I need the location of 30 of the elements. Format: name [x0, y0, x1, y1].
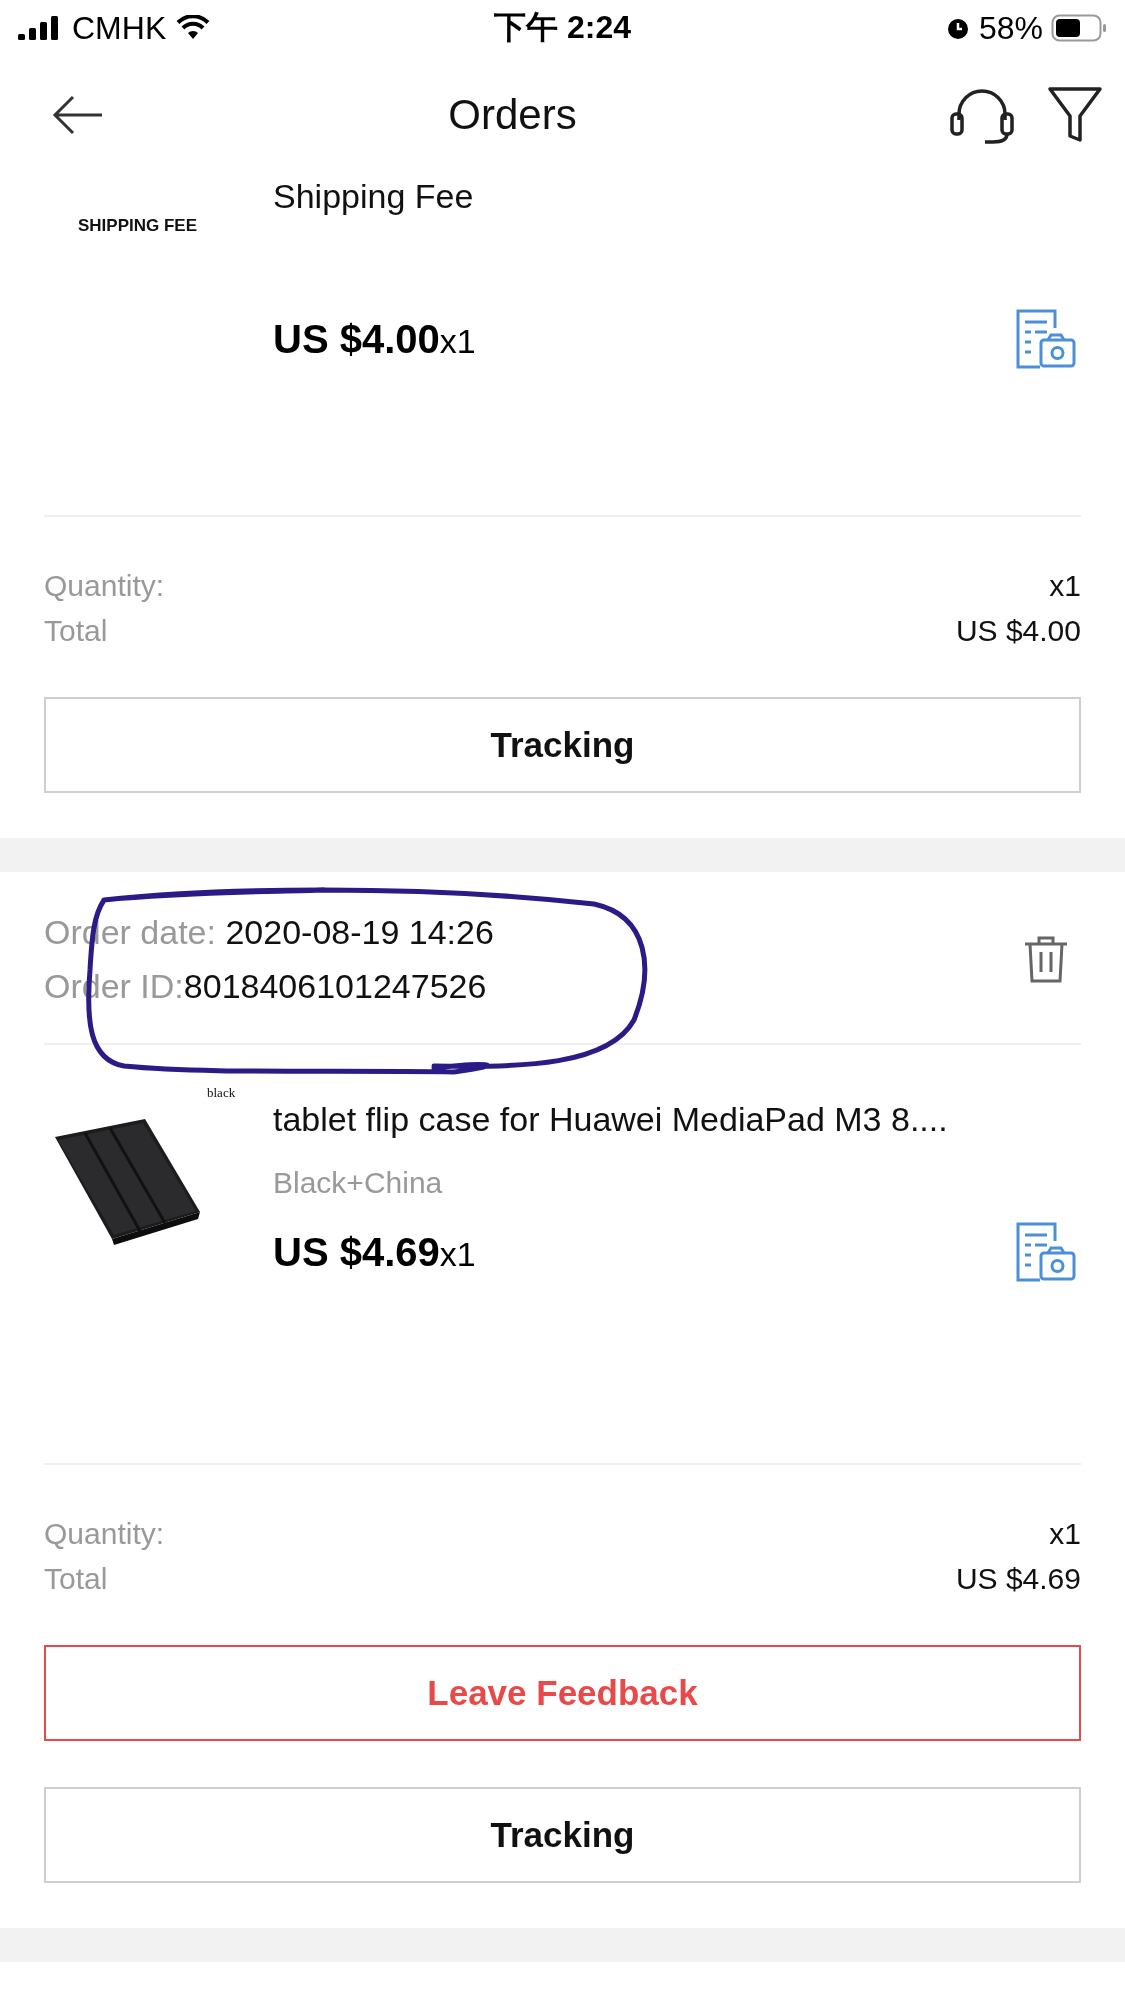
summary-label: Total	[44, 1561, 108, 1597]
item-title[interactable]: tablet flip case for Huawei MediaPad M3 8....	[273, 1097, 1081, 1141]
receipt-camera-icon[interactable]	[1015, 1221, 1077, 1283]
summary-value: US $4.00	[955, 613, 1081, 649]
summary-label: Quantity:	[44, 568, 165, 604]
trash-icon[interactable]	[1023, 935, 1069, 983]
tracking-button[interactable]: Tracking	[44, 697, 1081, 793]
filter-icon[interactable]	[1047, 86, 1103, 144]
headset-icon[interactable]	[949, 86, 1015, 144]
receipt-camera-icon[interactable]	[1015, 308, 1077, 370]
item-variant: Black+China	[273, 1165, 444, 1201]
back-arrow-icon[interactable]	[52, 95, 104, 135]
summary-label: Quantity:	[44, 1516, 165, 1552]
page-title: Orders	[447, 91, 578, 139]
thumbnail-tag: black	[207, 1085, 236, 1101]
battery-icon	[1051, 14, 1107, 42]
item-price: US $4.69x1	[273, 1229, 476, 1275]
carrier-name: CMHK	[72, 9, 167, 47]
feedback-button[interactable]: Leave Feedback	[44, 1645, 1081, 1741]
status-time: 下午 2:24	[494, 8, 631, 47]
item-price: US $4.00x1	[273, 316, 476, 362]
summary-value: x1	[1049, 568, 1081, 604]
summary-value: x1	[1049, 1516, 1081, 1552]
battery-percent: 58%	[978, 9, 1043, 47]
thumbnail-label: SHIPPING FEE	[78, 216, 198, 236]
summary-label: Total	[44, 613, 108, 649]
tracking-button[interactable]: Tracking	[44, 1787, 1081, 1883]
item-title[interactable]: Shipping Fee	[273, 174, 1081, 218]
summary-value: US $4.69	[955, 1561, 1081, 1597]
wifi-icon	[176, 15, 211, 41]
